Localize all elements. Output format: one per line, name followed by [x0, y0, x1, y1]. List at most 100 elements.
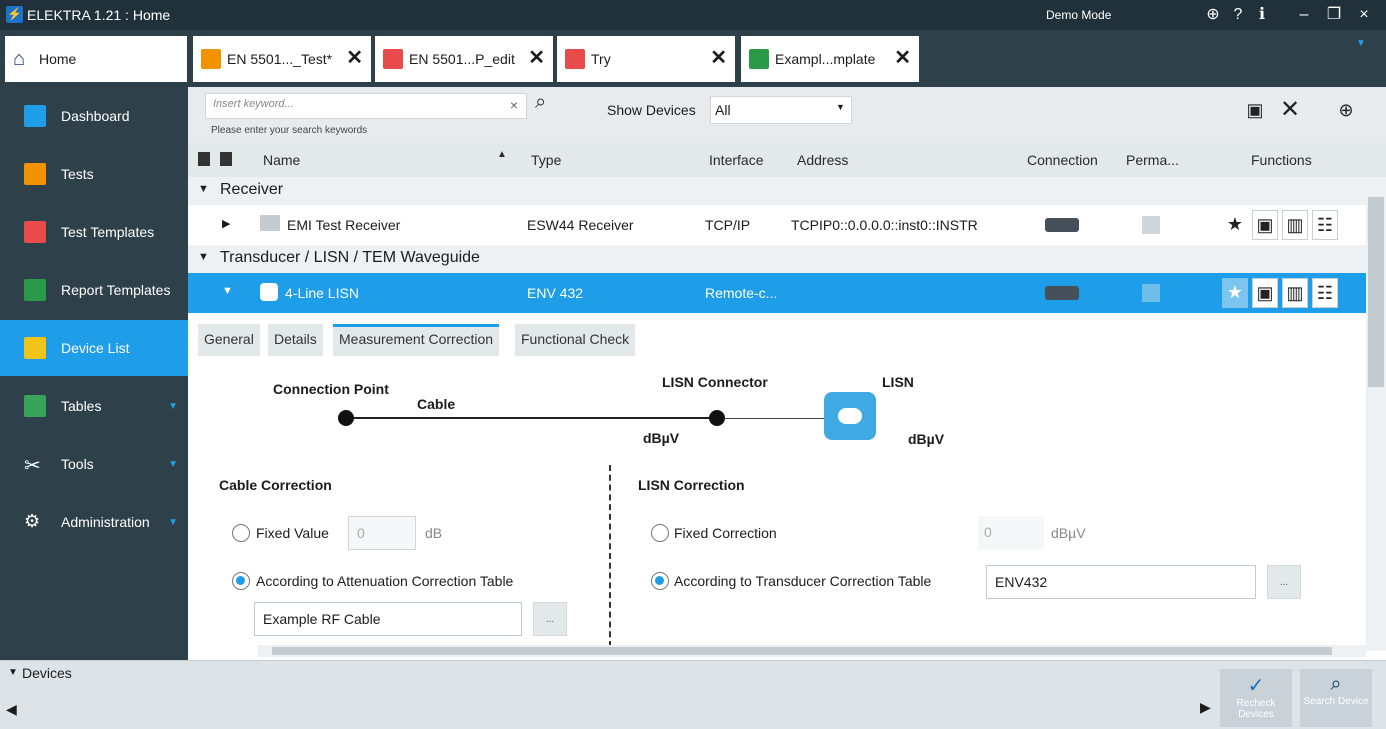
sidebar-item-label: Dashboard [61, 108, 130, 124]
column-type[interactable]: Type [531, 152, 561, 168]
permanent-checkbox[interactable] [1142, 284, 1160, 302]
save-icon[interactable]: ▣ [1252, 210, 1278, 240]
table-row[interactable]: ▶ EMI Test Receiver ESW44 Receiver TCP/I… [188, 205, 1366, 245]
add-device-icon[interactable]: ⊕ [1331, 96, 1361, 126]
column-connection[interactable]: Connection [1027, 152, 1098, 168]
device-address: TCPIP0::0.0.0.0::inst0::INSTR [791, 217, 978, 233]
fixed-correction-input[interactable]: 0 [978, 516, 1044, 550]
tab-try[interactable]: Try ✕ [557, 36, 735, 82]
help-icon[interactable]: ? [1228, 5, 1248, 25]
sidebar-item-tools[interactable]: ✂ Tools ▼ [0, 436, 188, 492]
sort-icon[interactable]: ▲ [497, 149, 507, 160]
sidebar-item-label: Device List [61, 340, 130, 356]
language-icon[interactable]: ⊕ [1203, 5, 1223, 25]
connection-icon[interactable] [1045, 218, 1079, 232]
subtab-general[interactable]: General [198, 324, 260, 356]
connection-line [346, 417, 718, 419]
fixed-correction-text: 0 [984, 524, 992, 540]
group-transducer[interactable]: ▼ Transducer / LISN / TEM Waveguide [188, 245, 1366, 273]
close-tab-icon[interactable]: ✕ [894, 48, 911, 68]
permanent-checkbox[interactable] [1142, 216, 1160, 234]
device-list-icon [24, 337, 46, 359]
recheck-label: Recheck Devices [1236, 698, 1276, 720]
attenuation-table-radio[interactable] [232, 572, 250, 590]
scroll-left-icon[interactable]: ◀ [6, 701, 17, 718]
test-templates-icon [24, 221, 46, 243]
collapse-all-icon[interactable] [198, 152, 210, 166]
search-device-button[interactable]: ⌕ Search Device [1300, 669, 1372, 727]
lisn-correction-title: LISN Correction [638, 477, 745, 493]
fixed-value-input[interactable]: 0 [348, 516, 416, 550]
home-icon: ⌂ [13, 48, 26, 70]
close-icon[interactable]: × [1354, 5, 1374, 25]
sidebar-item-tests[interactable]: Tests [0, 146, 188, 202]
tab-label: Home [39, 51, 77, 67]
search-icon[interactable]: ⌕ [535, 91, 546, 114]
expand-all-icon[interactable] [220, 152, 232, 166]
tab-overflow-icon[interactable]: ▼ [1356, 38, 1366, 49]
devices-collapse-icon[interactable]: ▼ [8, 667, 18, 678]
table-row-selected[interactable]: ▼ 4-Line LISN ENV 432 Remote-c... ★ ▣ ▥ … [188, 273, 1366, 313]
show-devices-select[interactable]: All ▼ [710, 96, 852, 124]
column-permanent[interactable]: Perma... [1126, 152, 1179, 168]
column-interface[interactable]: Interface [709, 152, 763, 168]
sidebar-item-report-templates[interactable]: Report Templates [0, 262, 188, 318]
subtab-functional-check[interactable]: Functional Check [515, 324, 636, 356]
tree-icon[interactable]: ☷ [1312, 210, 1338, 240]
vertical-scrollbar[interactable] [1366, 177, 1386, 651]
fixed-correction-radio[interactable] [651, 524, 669, 542]
subtab-details[interactable]: Details [268, 324, 323, 356]
show-devices-label: Show Devices [607, 102, 696, 118]
test-template-icon [383, 49, 403, 69]
unit-label: dBµV [908, 431, 945, 447]
sidebar-item-device-list[interactable]: Device List [0, 320, 188, 376]
sidebar-item-test-templates[interactable]: Test Templates [0, 204, 188, 260]
trash-icon[interactable]: ▥ [1282, 278, 1308, 308]
connection-line-secondary [718, 418, 824, 419]
close-tab-icon[interactable]: ✕ [346, 48, 363, 68]
minimize-icon[interactable]: – [1294, 5, 1314, 25]
close-tab-icon[interactable]: ✕ [710, 48, 727, 68]
tab-example-template[interactable]: Exampl...mplate ✕ [741, 36, 919, 82]
lisn-connector-dot [709, 410, 725, 426]
scroll-right-icon[interactable]: ▶ [1200, 699, 1211, 716]
tab-test[interactable]: EN 5501..._Test* ✕ [193, 36, 371, 82]
favorite-star-icon[interactable]: ★ [1222, 278, 1248, 308]
tab-test-edit[interactable]: EN 5501...P_edit ✕ [375, 36, 553, 82]
column-address[interactable]: Address [797, 152, 848, 168]
browse-button[interactable]: ... [533, 602, 567, 636]
sidebar-item-tables[interactable]: Tables ▼ [0, 378, 188, 434]
restore-icon[interactable]: ❐ [1324, 5, 1344, 25]
row-collapse-icon[interactable]: ▼ [222, 285, 233, 297]
save-icon[interactable]: ▣ [1252, 278, 1278, 308]
tab-home[interactable]: ⌂ Home [5, 36, 187, 82]
sidebar-item-label: Tools [61, 456, 94, 472]
trash-icon[interactable]: ▥ [1282, 210, 1308, 240]
attenuation-table-input[interactable]: Example RF Cable [254, 602, 522, 636]
column-name[interactable]: Name [263, 152, 300, 168]
favorite-star-icon[interactable]: ★ [1222, 210, 1248, 240]
sidebar-item-administration[interactable]: ⚙ Administration ▼ [0, 494, 188, 550]
delete-x-icon[interactable]: ✕ [1275, 96, 1305, 126]
search-input[interactable]: Insert keyword... × [205, 93, 527, 119]
subtab-measurement-correction[interactable]: Measurement Correction [333, 324, 500, 356]
tree-icon[interactable]: ☷ [1312, 278, 1338, 308]
connection-point-dot [338, 410, 354, 426]
transducer-table-input[interactable]: ENV432 [986, 565, 1256, 599]
clear-search-icon[interactable]: × [510, 97, 518, 113]
recheck-devices-button[interactable]: ✓ Recheck Devices [1220, 669, 1292, 727]
browse-button[interactable]: ... [1267, 565, 1301, 599]
connection-icon[interactable] [1045, 286, 1079, 300]
close-tab-icon[interactable]: ✕ [528, 48, 545, 68]
row-expand-icon[interactable]: ▶ [222, 217, 230, 230]
info-icon[interactable]: ℹ [1252, 5, 1272, 25]
fixed-value-radio[interactable] [232, 524, 250, 542]
transducer-table-radio[interactable] [651, 572, 669, 590]
search-device-icon: ⌕ [1330, 673, 1342, 695]
sidebar-item-dashboard[interactable]: Dashboard [0, 88, 188, 144]
select-value: All [715, 102, 731, 118]
horizontal-scrollbar[interactable] [258, 645, 1366, 657]
save-icon[interactable]: ▣ [1240, 96, 1270, 126]
group-receiver[interactable]: ▼ Receiver [188, 177, 1366, 205]
column-functions[interactable]: Functions [1251, 152, 1312, 168]
